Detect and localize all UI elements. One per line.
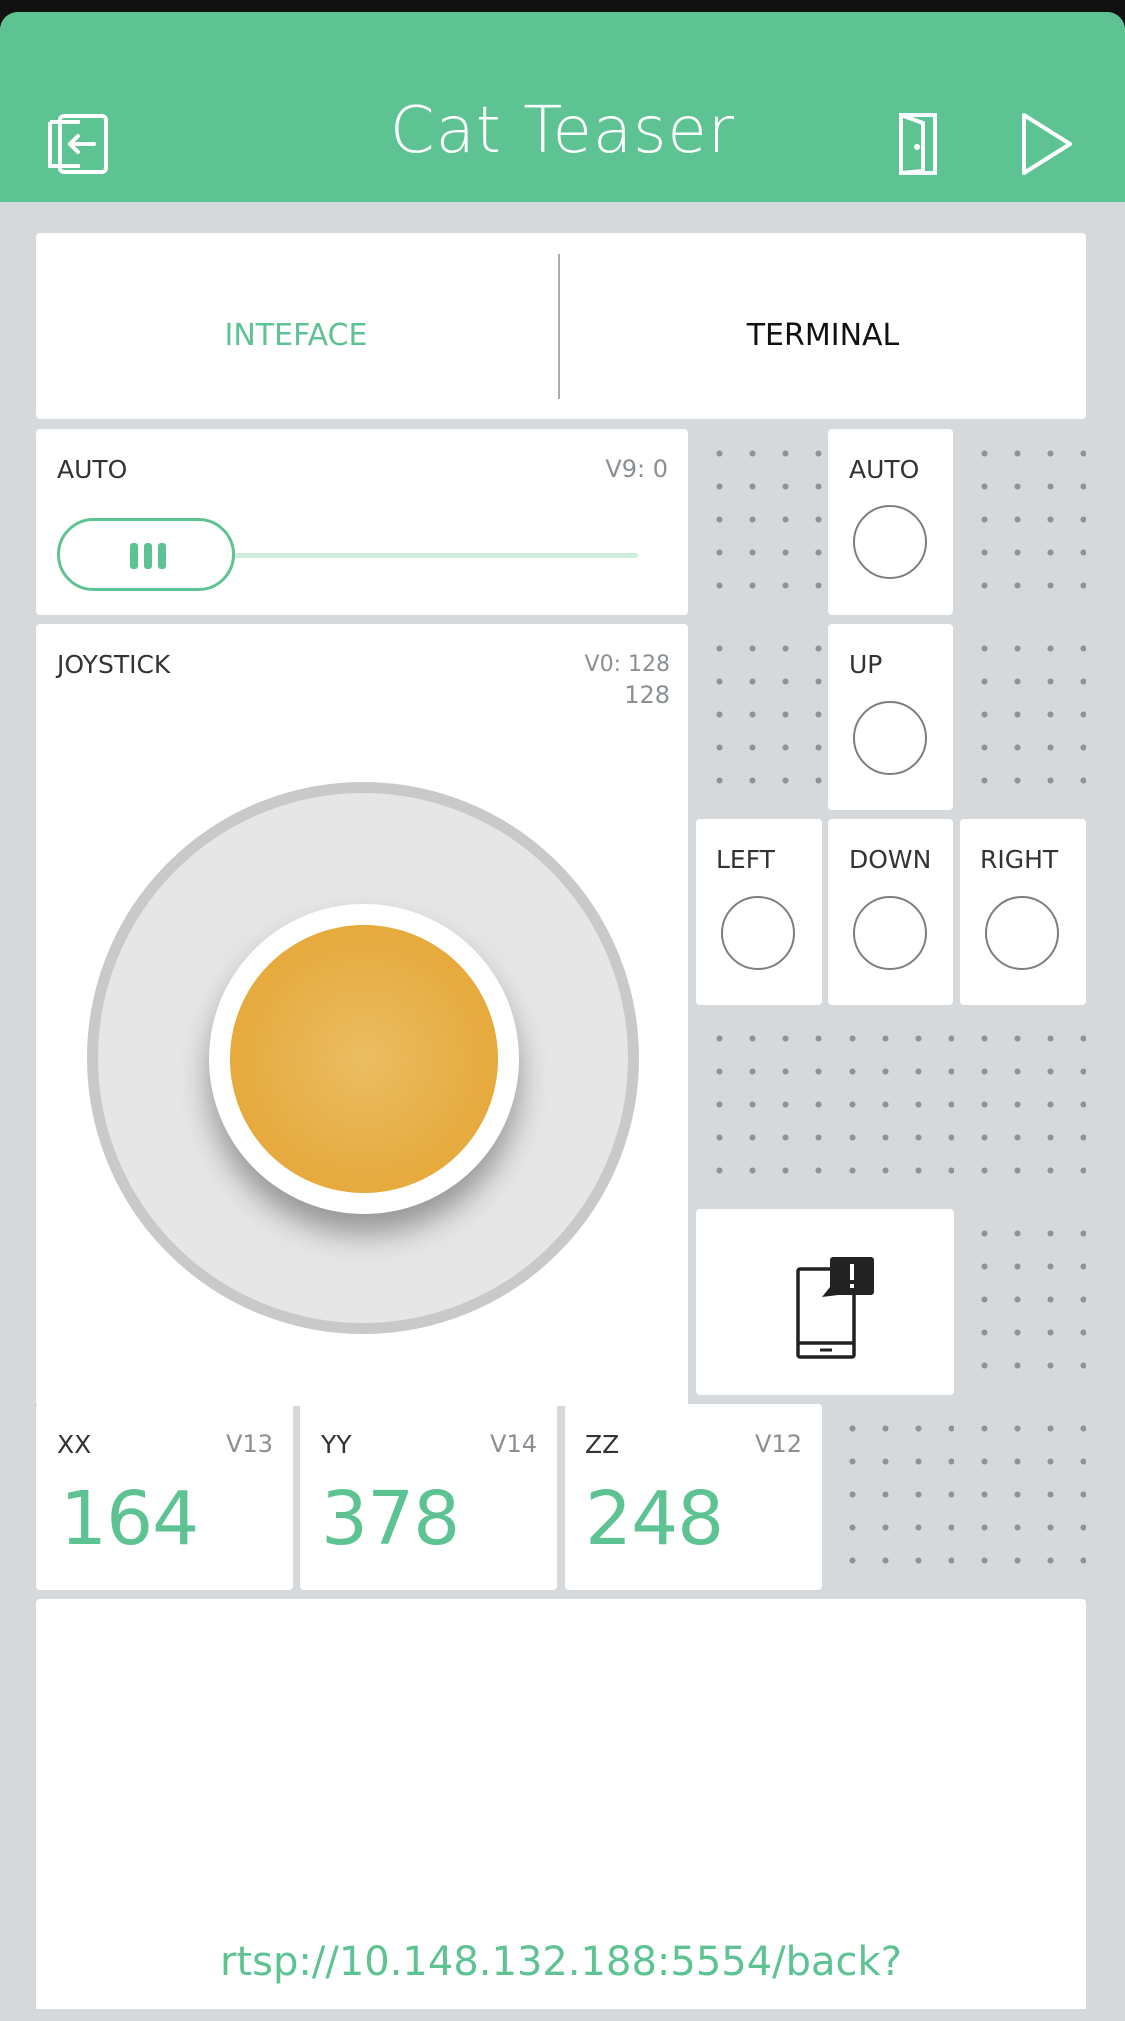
display-pin: V14 xyxy=(490,1430,537,1458)
joystick-pin: V0: 128 xyxy=(584,652,670,677)
down-button-label: DOWN xyxy=(849,845,932,874)
empty-grid-cell xyxy=(695,1014,823,1200)
device-door-icon[interactable] xyxy=(878,104,958,184)
value-display-zz: ZZ V12 248 xyxy=(565,1404,822,1590)
empty-grid-cell xyxy=(960,624,1086,810)
up-button-label: UP xyxy=(849,650,883,679)
empty-grid-cell xyxy=(695,624,823,810)
auto-slider-widget: AUTO V9: 0 xyxy=(36,429,688,615)
value-display-xx: XX V13 164 xyxy=(36,1404,293,1590)
display-label: ZZ xyxy=(585,1430,620,1459)
left-button-label: LEFT xyxy=(716,845,775,874)
joystick-pin-value: 128 xyxy=(624,681,670,709)
right-button[interactable] xyxy=(985,896,1059,970)
right-button-widget: RIGHT xyxy=(960,819,1086,1005)
empty-grid-cell xyxy=(960,429,1086,615)
joystick-widget: JOYSTICK V0: 128 128 xyxy=(36,624,688,1406)
up-button-widget: UP xyxy=(828,624,953,810)
auto-button-label: AUTO xyxy=(849,455,920,484)
display-value: 378 xyxy=(321,1476,460,1562)
play-icon[interactable] xyxy=(1006,104,1086,184)
empty-grid-cell xyxy=(828,1014,954,1200)
empty-grid-cell xyxy=(695,429,823,615)
empty-grid-cell xyxy=(828,1404,954,1590)
left-button-widget: LEFT xyxy=(696,819,822,1005)
auto-button-widget: AUTO xyxy=(828,429,953,615)
down-button-widget: DOWN xyxy=(828,819,953,1005)
slider-label: AUTO xyxy=(57,455,128,484)
down-button[interactable] xyxy=(853,896,927,970)
display-pin: V12 xyxy=(755,1430,802,1458)
value-display-yy: YY V14 378 xyxy=(300,1404,557,1590)
app-screen: Cat Teaser INTEFACE TERMINAL AUTO V9: 0 xyxy=(0,12,1125,2021)
right-button-label: RIGHT xyxy=(980,845,1059,874)
auto-button[interactable] xyxy=(853,505,927,579)
tab-interface[interactable]: INTEFACE xyxy=(36,318,556,353)
video-stream-url: rtsp://10.148.132.188:5554/back? xyxy=(220,1939,902,1985)
left-button[interactable] xyxy=(721,896,795,970)
slider-pin: V9: 0 xyxy=(605,455,668,483)
empty-grid-cell xyxy=(960,1404,1086,1590)
display-label: YY xyxy=(321,1430,352,1459)
slider-handle[interactable] xyxy=(57,518,235,591)
notification-widget[interactable] xyxy=(696,1209,954,1395)
grip-icon xyxy=(130,543,166,569)
phone-notification-icon xyxy=(796,1257,874,1359)
app-header: Cat Teaser xyxy=(0,12,1125,202)
joystick-knob[interactable] xyxy=(230,925,498,1193)
display-value: 248 xyxy=(585,1476,724,1562)
tab-terminal[interactable]: TERMINAL xyxy=(560,318,1086,353)
joystick-label: JOYSTICK xyxy=(57,650,171,679)
display-value: 164 xyxy=(60,1476,199,1562)
up-button[interactable] xyxy=(853,701,927,775)
display-pin: V13 xyxy=(226,1430,273,1458)
display-label: XX xyxy=(57,1430,92,1459)
empty-grid-cell xyxy=(960,1209,1086,1395)
video-stream-widget[interactable]: rtsp://10.148.132.188:5554/back? xyxy=(36,1599,1086,2009)
empty-grid-cell xyxy=(960,1014,1086,1200)
